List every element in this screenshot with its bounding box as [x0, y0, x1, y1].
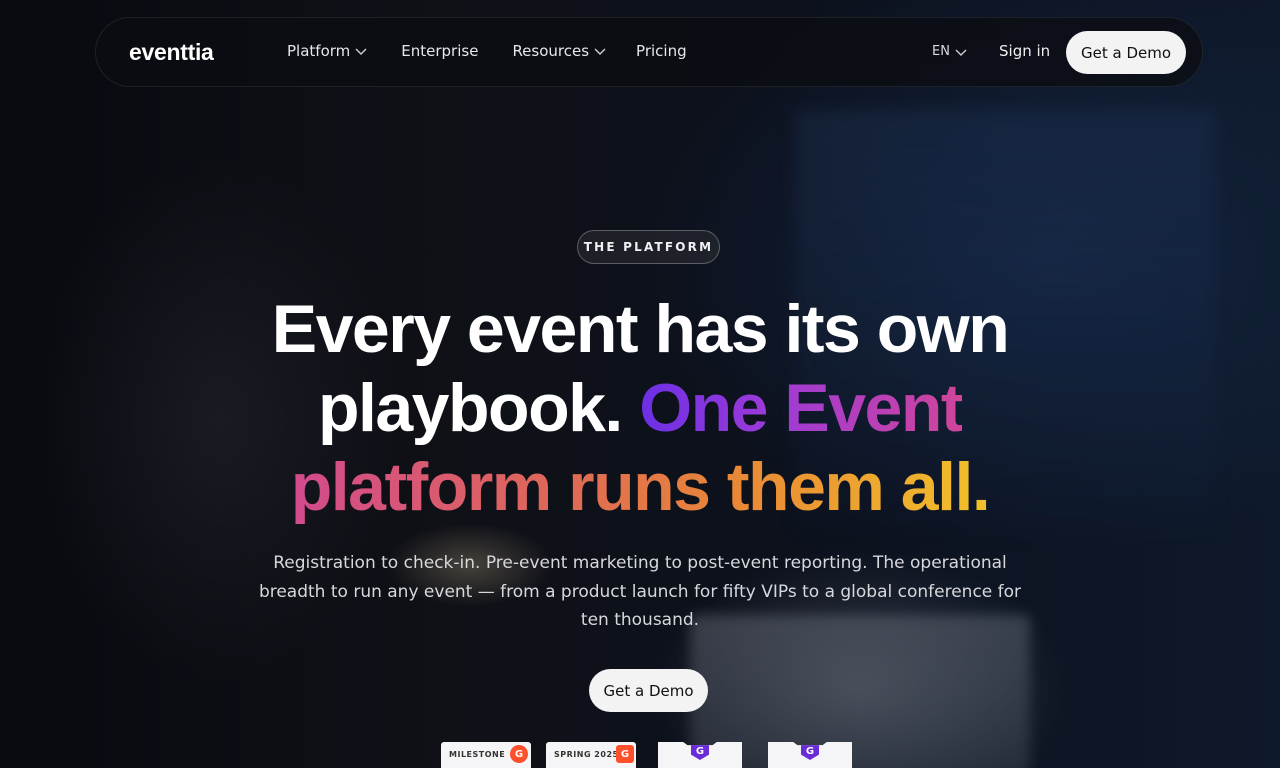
- hero-headline: Every event has its own playbook. One Ev…: [200, 290, 1080, 527]
- language-label: EN: [932, 44, 950, 59]
- award-badge-milestone: MILESTONE G: [441, 742, 531, 768]
- nav-item-label: Platform: [287, 42, 351, 60]
- nav-item-label: Pricing: [636, 42, 687, 60]
- headline-line-2-gradient: One Event: [639, 370, 963, 446]
- nav-item-platform[interactable]: Platform: [287, 42, 367, 60]
- headline-line-3: platform runs them all.: [290, 449, 991, 525]
- headline-line-1: Every event has its own: [271, 291, 1010, 367]
- award-badge-shield-2: G: [768, 742, 852, 768]
- sign-in-link[interactable]: Sign in: [999, 42, 1050, 60]
- badge-label: SPRING 2025: [554, 750, 619, 759]
- hero-get-demo-button[interactable]: Get a Demo: [589, 669, 708, 712]
- award-badge-shield-1: G: [658, 742, 742, 768]
- award-badge-spring-2025: SPRING 2025 G: [546, 742, 636, 768]
- chevron-down-icon: [955, 47, 967, 57]
- chevron-down-icon: [594, 46, 606, 56]
- g2-logo-icon: G: [616, 745, 634, 763]
- nav-item-label: Resources: [512, 42, 590, 60]
- headline-line-2-white: playbook.: [317, 370, 623, 446]
- brand-logo[interactable]: eventtia: [129, 39, 214, 66]
- nav-item-pricing[interactable]: Pricing: [636, 42, 687, 60]
- g2-logo-icon: G: [510, 745, 528, 763]
- nav-item-resources[interactable]: Resources: [512, 42, 606, 60]
- nav-get-demo-button[interactable]: Get a Demo: [1066, 31, 1186, 74]
- primary-nav: Platform Enterprise Resources Pricing: [287, 42, 687, 60]
- eyebrow-badge: THE PLATFORM: [577, 230, 720, 264]
- badge-label: MILESTONE: [449, 750, 506, 759]
- chevron-down-icon: [355, 46, 367, 56]
- language-selector[interactable]: EN: [932, 44, 967, 59]
- nav-item-enterprise[interactable]: Enterprise: [401, 42, 478, 60]
- nav-item-label: Enterprise: [401, 42, 479, 60]
- top-navigation-bar: eventtia Platform Enterprise Resources P…: [95, 17, 1203, 87]
- hero-subtitle: Registration to check-in. Pre-event mark…: [258, 553, 1022, 630]
